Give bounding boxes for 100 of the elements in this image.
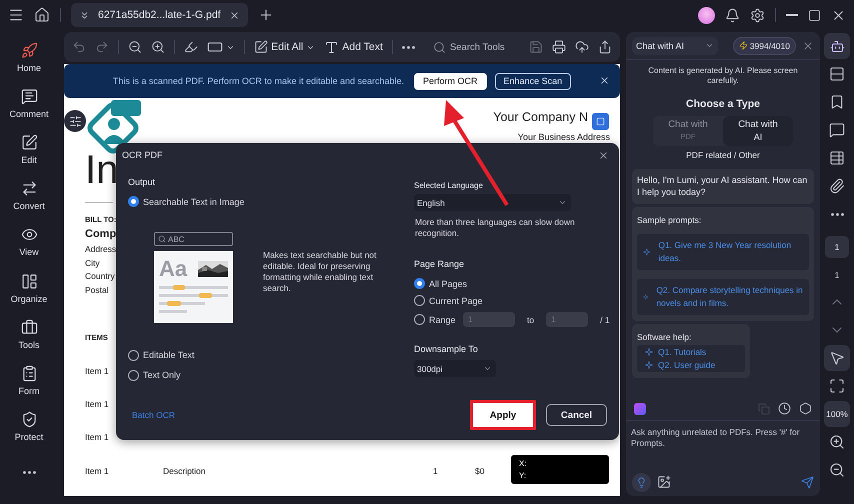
zoom-in-icon[interactable] bbox=[151, 39, 166, 55]
search-icon bbox=[432, 40, 446, 54]
radio-option[interactable]: Text Only bbox=[128, 365, 414, 385]
sidebar-item[interactable]: Organize bbox=[2, 265, 56, 312]
cancel-button[interactable]: Cancel bbox=[546, 404, 607, 426]
upload-icon[interactable] bbox=[575, 39, 590, 55]
radio-button[interactable] bbox=[414, 314, 425, 325]
card-heading: Sample prompts: bbox=[637, 215, 702, 225]
radio-button[interactable] bbox=[128, 370, 139, 380]
downsample-label: Downsample To bbox=[414, 344, 479, 354]
home-button[interactable] bbox=[34, 7, 50, 23]
pen-icon bbox=[254, 40, 268, 54]
apply-button[interactable]: Apply bbox=[470, 400, 536, 430]
maximize-button[interactable] bbox=[808, 8, 821, 22]
image-icon[interactable] bbox=[657, 475, 671, 489]
redo-icon[interactable] bbox=[95, 39, 110, 55]
language-label: Selected Language bbox=[414, 181, 483, 190]
dialog-close-button[interactable] bbox=[598, 150, 609, 160]
radio-option[interactable]: Searchable Text in Image bbox=[128, 193, 414, 210]
sidebar-item[interactable]: Edit bbox=[2, 126, 56, 173]
sidebar-item[interactable]: View bbox=[2, 218, 56, 266]
layout-icon bbox=[20, 272, 38, 290]
help-link[interactable]: Q2. User guide bbox=[645, 360, 737, 370]
radio-button[interactable] bbox=[414, 295, 425, 306]
document-tab[interactable]: 6271a55db2...late-1-G.pdf bbox=[71, 3, 248, 27]
zoom-level[interactable]: 100% bbox=[824, 401, 850, 427]
radio-button[interactable] bbox=[414, 278, 425, 289]
print-icon[interactable] bbox=[552, 39, 566, 55]
sidebar-item[interactable]: Protect bbox=[2, 404, 56, 450]
sidebar-item[interactable]: Home bbox=[2, 34, 56, 80]
app-icon[interactable] bbox=[634, 402, 646, 414]
prompt-suggestion[interactable]: Q1. Give me 3 New Year resolution ideas. bbox=[637, 234, 809, 270]
highlighter-icon[interactable] bbox=[184, 39, 198, 55]
robot-icon bbox=[830, 38, 844, 54]
floating-button[interactable] bbox=[592, 113, 609, 130]
bell-icon bbox=[725, 8, 740, 22]
banner-button[interactable]: Enhance Scan bbox=[494, 72, 572, 90]
chat-type-option[interactable]: Chat with AI bbox=[723, 116, 793, 146]
arrows-icon bbox=[20, 180, 38, 198]
type-hint: PDF related / Other bbox=[685, 150, 761, 160]
more-icon bbox=[402, 46, 415, 48]
batch-ocr-link[interactable]: Batch OCR bbox=[132, 410, 175, 420]
radio-option[interactable]: Editable Text bbox=[128, 345, 414, 365]
prompt-button[interactable] bbox=[632, 472, 651, 492]
sidebar-item[interactable]: Convert bbox=[2, 172, 56, 219]
speech-bubble-icon bbox=[20, 88, 38, 105]
help-link[interactable]: Q1. Tutorials bbox=[645, 347, 737, 357]
radio-option[interactable]: Current Page bbox=[414, 292, 618, 309]
client-name: Comp bbox=[85, 228, 116, 240]
select-tool-button[interactable] bbox=[824, 345, 850, 371]
radio-button[interactable] bbox=[128, 196, 139, 207]
notifications-button[interactable] bbox=[725, 8, 740, 22]
highlighted-lines-drawing bbox=[159, 285, 228, 315]
text-icon bbox=[324, 40, 340, 54]
menu-icon[interactable] bbox=[8, 7, 24, 23]
maximize-icon bbox=[808, 8, 821, 22]
undo-icon[interactable] bbox=[72, 39, 86, 55]
sidebar-item[interactable]: Tools bbox=[2, 311, 56, 358]
sidebar-item[interactable]: Form bbox=[2, 357, 56, 404]
assistant-message: Hello, I'm Lumi, your AI assistant. How can I help you today? bbox=[632, 169, 814, 204]
save-icon[interactable] bbox=[528, 39, 543, 55]
banner-close-button[interactable] bbox=[599, 75, 610, 86]
fit-page-icon bbox=[829, 378, 845, 394]
client-detail: Country bbox=[85, 270, 115, 283]
ai-assistant-button[interactable] bbox=[824, 33, 850, 59]
more-button[interactable] bbox=[402, 46, 415, 48]
edit-all-button[interactable]: Edit All bbox=[254, 40, 316, 54]
search-tools-field[interactable]: Search Tools bbox=[432, 40, 506, 54]
radio-option[interactable]: All Pages bbox=[414, 275, 618, 292]
table-cell: Item 1 bbox=[85, 466, 109, 476]
square-icon bbox=[596, 117, 605, 126]
banner-message: This is a scanned PDF. Perform OCR to make it editable and searchable. bbox=[112, 76, 404, 86]
add-text-button[interactable]: Add Text bbox=[324, 40, 383, 54]
close-button[interactable] bbox=[802, 40, 814, 52]
page-number-field[interactable]: 1 bbox=[825, 236, 849, 258]
table-cell: Description bbox=[163, 466, 206, 476]
credits-badge: 3994/4010 bbox=[732, 36, 796, 54]
send-icon[interactable] bbox=[801, 476, 814, 488]
chat-mode-dropdown[interactable]: Chat with AI bbox=[632, 36, 718, 54]
x-coordinate: X: bbox=[519, 459, 528, 468]
share-icon[interactable] bbox=[598, 39, 612, 55]
adjust-button[interactable] bbox=[64, 110, 86, 132]
downsample-dropdown[interactable]: 300dpi bbox=[414, 360, 496, 377]
sidebar-item[interactable]: Comment bbox=[2, 80, 56, 126]
language-dropdown[interactable]: English bbox=[414, 194, 571, 211]
zoom-out-icon[interactable] bbox=[128, 39, 142, 55]
banner-button[interactable]: Perform OCR bbox=[414, 72, 487, 90]
sparkle-icon bbox=[643, 248, 650, 256]
prompt-suggestion[interactable]: Q2. Compare storytelling techniques in novels and in films. bbox=[637, 279, 809, 315]
invoice-title: In bbox=[85, 147, 118, 194]
avatar[interactable] bbox=[698, 6, 715, 24]
close-icon[interactable] bbox=[228, 10, 240, 20]
chat-input[interactable]: Ask anything unrelated to PDFs. Press '#' for Prompts. bbox=[626, 421, 820, 468]
radio-button[interactable] bbox=[128, 350, 139, 360]
rows-icon bbox=[829, 66, 845, 82]
y-coordinate: Y: bbox=[519, 471, 528, 480]
ai-notice: Content is generated by AI. Please screen carefully. bbox=[647, 66, 799, 86]
history-icon[interactable] bbox=[778, 402, 791, 415]
table-cell: Item 1 bbox=[85, 398, 109, 409]
bookmark-icon bbox=[829, 94, 845, 110]
